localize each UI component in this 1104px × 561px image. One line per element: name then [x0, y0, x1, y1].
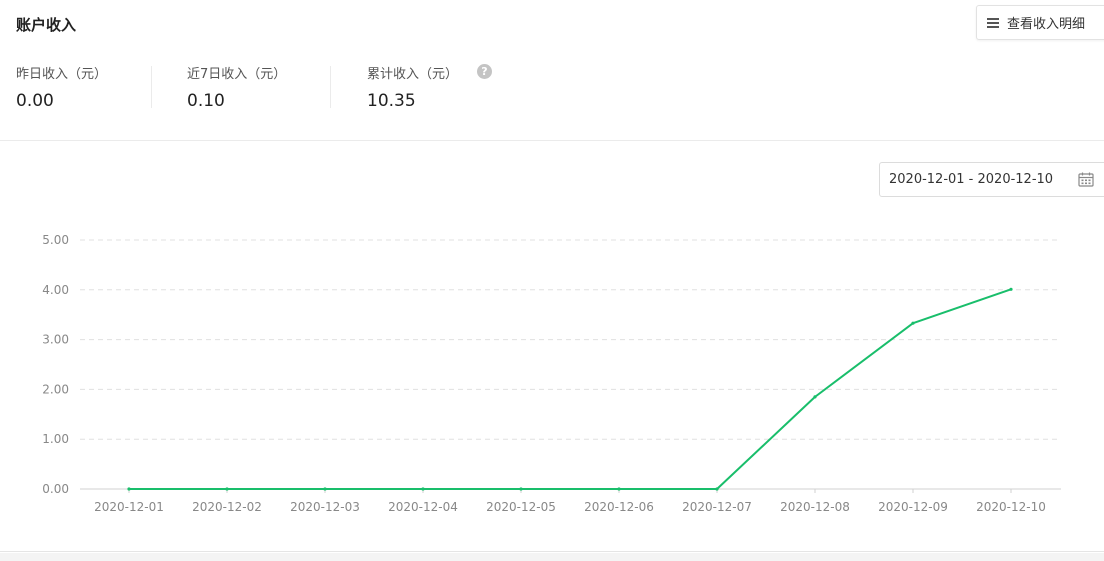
stat-value: 0.10	[187, 91, 225, 111]
stat-divider	[330, 66, 331, 108]
x-tick-label: 2020-12-06	[584, 500, 654, 514]
stat-divider	[151, 66, 152, 108]
y-tick-label: 1.00	[42, 432, 69, 446]
view-income-details-label: 查看收入明细	[1007, 17, 1086, 32]
y-tick-label: 5.00	[42, 233, 69, 247]
data-point	[617, 487, 621, 491]
date-range-picker[interactable]: 2020-12-01 - 2020-12-10	[879, 162, 1104, 197]
data-point	[1009, 287, 1013, 291]
stat-7day-income: 近7日收入（元） 0.10	[187, 63, 286, 113]
x-tick-label: 2020-12-10	[976, 500, 1046, 514]
income-line-chart: 0.00 1.00 2.00 3.00 4.00 5.00 2020-12-01 2020-1…	[42, 233, 1061, 514]
list-icon	[987, 17, 999, 28]
data-point	[323, 487, 327, 491]
data-point	[127, 487, 131, 491]
stat-value: 0.00	[16, 91, 54, 111]
x-tick-label: 2020-12-03	[290, 500, 360, 514]
y-tick-label: 0.00	[42, 482, 69, 496]
stat-label: 近7日收入（元）	[187, 67, 287, 82]
view-income-details-button[interactable]: 查看收入明细	[976, 5, 1104, 40]
calendar-icon	[1078, 172, 1094, 187]
question-circle-icon[interactable]: ?	[477, 64, 492, 79]
stat-total-income: 累计收入（元） 10.35	[367, 63, 458, 113]
x-tick-label: 2020-12-05	[486, 500, 556, 514]
y-tick-label: 4.00	[42, 283, 69, 297]
x-tick-label: 2020-12-02	[192, 500, 262, 514]
stat-value: 10.35	[367, 91, 416, 111]
data-point	[421, 487, 425, 491]
x-tick-label: 2020-12-04	[388, 500, 458, 514]
stat-label: 累计收入（元）	[367, 67, 459, 82]
data-point	[715, 487, 719, 491]
account-income-header: 账户收入 查看收入明细 昨日收入（元） 0.00 近7日收入（元） 0.10 累…	[0, 0, 1104, 141]
stat-yesterday-income: 昨日收入（元） 0.00	[16, 63, 107, 113]
stat-label: 昨日收入（元）	[16, 67, 108, 82]
data-point	[813, 395, 817, 399]
date-range-value: 2020-12-01 - 2020-12-10	[889, 172, 1054, 187]
footer-strip	[0, 553, 1104, 561]
y-tick-label: 3.00	[42, 333, 69, 347]
page-title: 账户收入	[16, 16, 77, 34]
x-tick-label: 2020-12-08	[780, 500, 850, 514]
x-tick-label: 2020-12-01	[94, 500, 164, 514]
y-tick-label: 2.00	[42, 382, 69, 396]
x-tick-label: 2020-12-09	[878, 500, 948, 514]
data-point	[225, 487, 229, 491]
x-tick-label: 2020-12-07	[682, 500, 752, 514]
data-point	[911, 321, 915, 325]
data-point	[519, 487, 523, 491]
